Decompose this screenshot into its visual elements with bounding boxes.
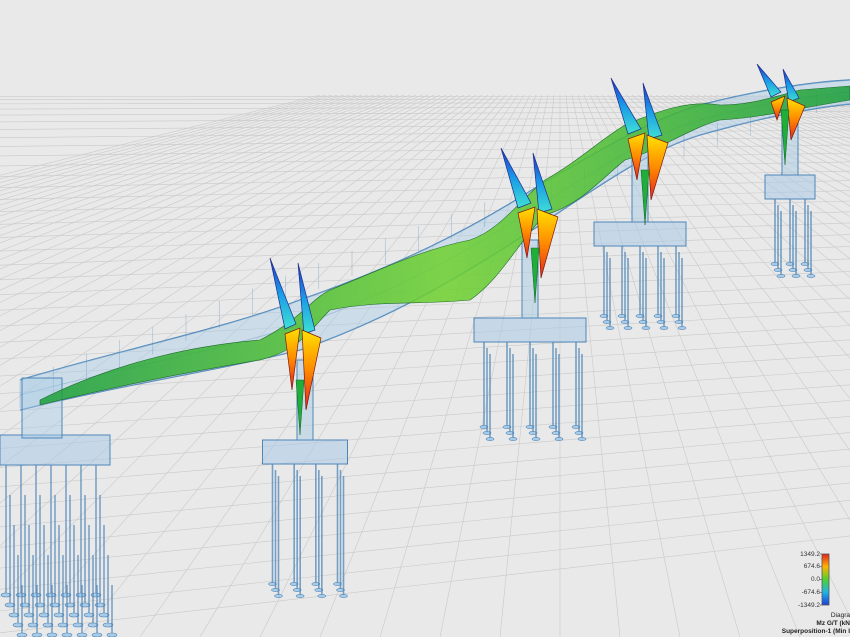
legend-tick-upper: 674.6: [803, 563, 820, 570]
abutment-wall: [21, 377, 63, 439]
grid-line: [439, 94, 549, 637]
pile-base: [61, 632, 73, 637]
pile-base: [46, 632, 58, 637]
pile-base: [295, 594, 305, 598]
pile-base: [339, 594, 348, 598]
legend-title-line1: Diagra: [830, 612, 850, 619]
pile-base: [641, 326, 651, 330]
pile-base: [91, 632, 103, 637]
pile-base: [577, 437, 587, 441]
grid-line: [0, 500, 850, 590]
abutment-cap: [0, 434, 111, 466]
pile-base: [317, 594, 327, 598]
grid-line: [0, 222, 850, 252]
pile-base: [531, 437, 541, 441]
pile-base: [16, 632, 28, 637]
grid-line: [0, 448, 850, 528]
grid-line: [0, 400, 850, 468]
grid-line: [199, 94, 525, 637]
grid-line: [0, 535, 850, 634]
grid-line: [499, 94, 555, 637]
grid-line: [0, 384, 850, 449]
pile-cap: [473, 317, 587, 343]
legend-tick-lower: -674.6: [801, 589, 820, 596]
legend-title-line2: Mz G/T (kN: [816, 620, 850, 627]
pile-base: [659, 326, 669, 330]
pile-base: [274, 594, 283, 598]
pile-cap: [262, 439, 348, 465]
pile-base: [76, 632, 88, 637]
pile-base: [623, 326, 633, 330]
positive-peak: [536, 208, 559, 279]
pile-base: [776, 274, 786, 278]
legend-tick-max: 1349.2: [800, 551, 820, 558]
pile-base: [106, 632, 118, 637]
grid-line: [0, 465, 850, 548]
grid-line: [0, 416, 850, 488]
grid-line: [0, 144, 850, 157]
pile-base: [677, 326, 687, 330]
pile-base: [605, 326, 615, 330]
legend-tick-min: -1349.2: [797, 602, 820, 609]
legend-tick-zero: 0.0: [810, 576, 820, 583]
legend-title-line3: Superposition-1 (Min I: [781, 628, 850, 635]
pile-base: [806, 274, 816, 278]
negative-peak: [610, 77, 642, 135]
pile-base: [554, 437, 564, 441]
pile-base: [31, 632, 43, 637]
grid-line: [0, 190, 850, 212]
pier-4: [764, 109, 816, 278]
pile-base: [485, 437, 495, 441]
pile-cap: [764, 174, 816, 200]
pile-cap: [593, 221, 687, 247]
grid-line: [0, 136, 850, 147]
positive-peak: [646, 134, 669, 201]
3d-model-viewport[interactable]: [0, 0, 850, 637]
grid-line: [0, 517, 850, 612]
pile-base: [508, 437, 518, 441]
result-legend: 1349.2 674.6 0.0 -674.6 -1349.2 Diagra M…: [782, 548, 850, 637]
pile-base: [791, 274, 801, 278]
